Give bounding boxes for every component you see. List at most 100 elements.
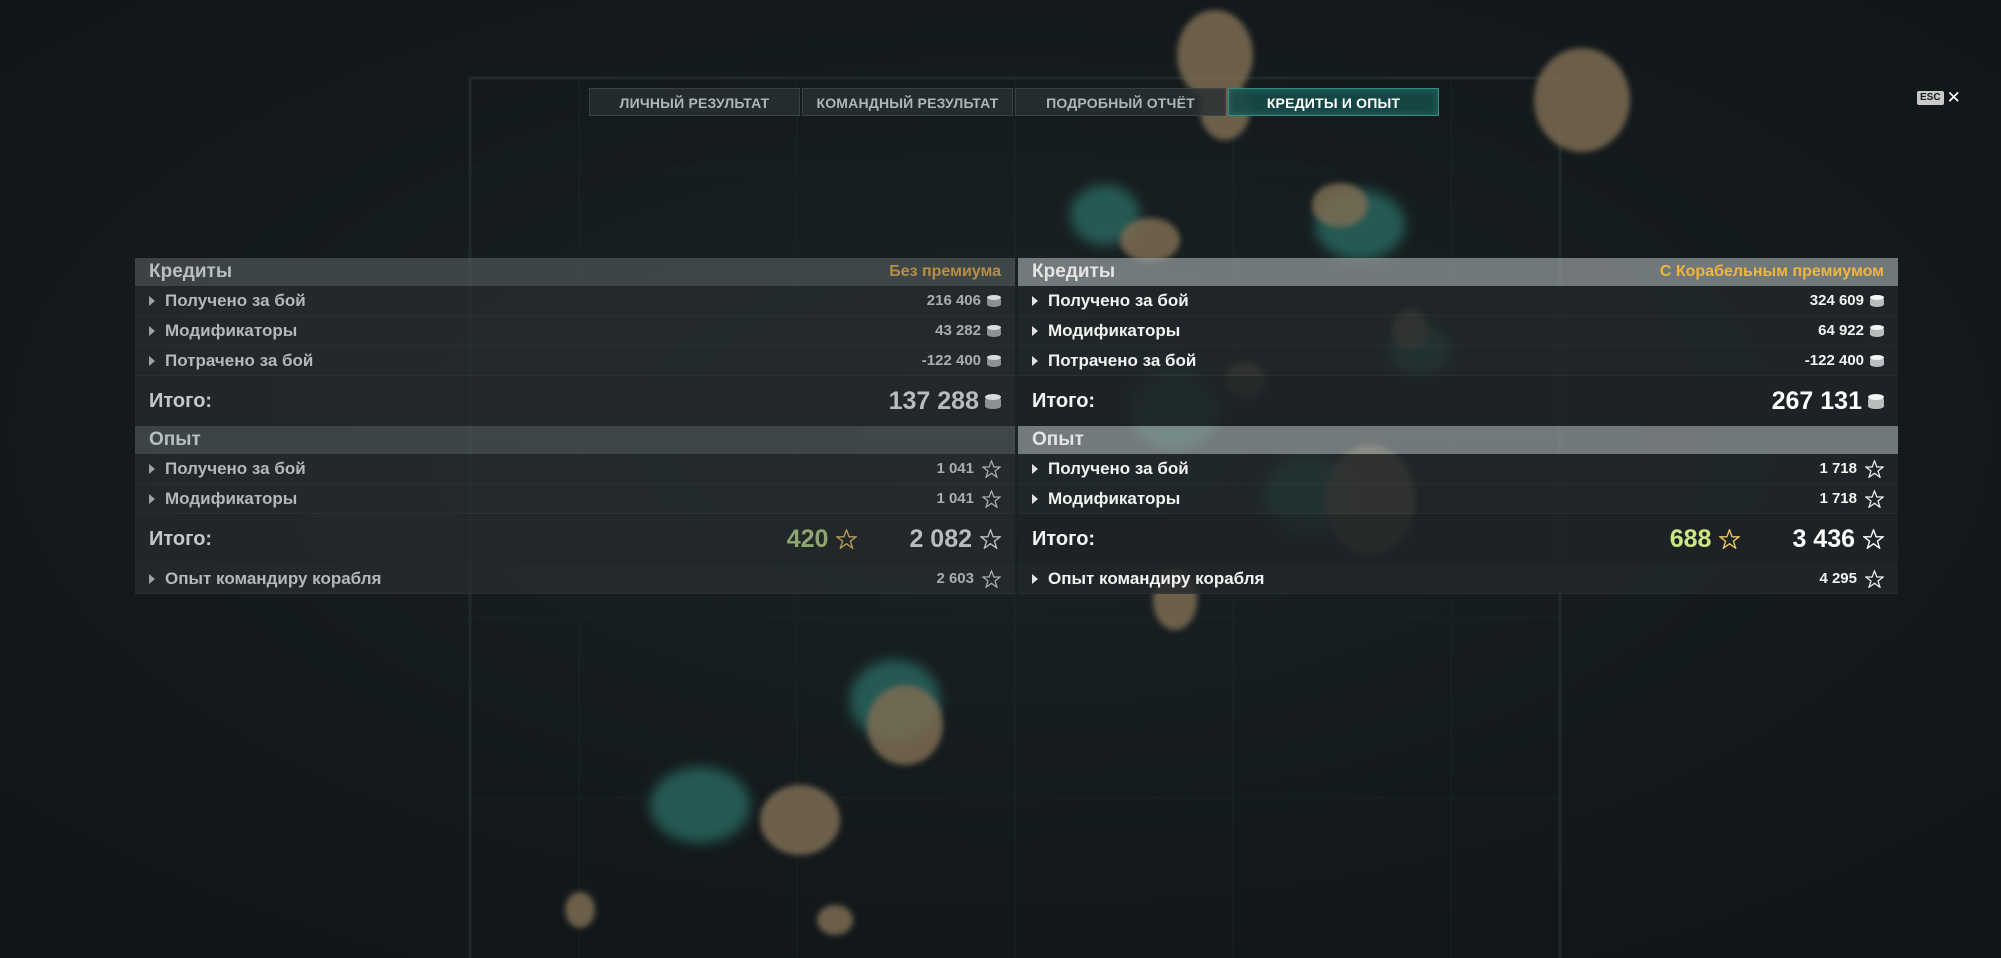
credits-header: Кредиты С Корабельным премиумом	[1018, 258, 1898, 286]
total-exp-value: 2 082	[909, 524, 972, 553]
exp-title: Опыт	[149, 429, 201, 450]
exp-title: Опыт	[1032, 429, 1084, 450]
expand-arrow-icon[interactable]	[1032, 295, 1038, 306]
exp-star-icon	[1863, 529, 1884, 549]
row-value: 1 041	[936, 489, 1001, 508]
exp-header: Опыт	[135, 426, 1015, 454]
total-label: Итого:	[149, 389, 213, 412]
credits-header: Кредиты Без премиума	[135, 258, 1015, 286]
expand-arrow-icon[interactable]	[1032, 573, 1038, 584]
credits-row-modifiers[interactable]: Модификаторы 43 282	[135, 316, 1015, 346]
esc-key-hint: ESC	[1917, 91, 1944, 105]
exp-header: Опыт	[1018, 426, 1898, 454]
tab-detailed-report[interactable]: ПОДРОБНЫЙ ОТЧЁТ	[1015, 88, 1226, 116]
exp-total: Итого: 420 2 082	[135, 514, 1015, 564]
total-exp-value: 3 436	[1792, 524, 1855, 553]
free-exp-value: 420	[787, 525, 858, 554]
expand-arrow-icon[interactable]	[149, 463, 155, 474]
total-label: Итого:	[149, 527, 213, 550]
total-values: 420 2 082	[787, 525, 1001, 554]
credits-row-earned[interactable]: Получено за бой 324 609	[1018, 286, 1898, 316]
expand-arrow-icon[interactable]	[1032, 355, 1038, 366]
row-label: Получено за бой	[1032, 459, 1189, 479]
row-value: 216 406	[927, 292, 1001, 309]
credits-coin-icon	[987, 324, 1001, 337]
no-premium-label: Без премиума	[889, 263, 1001, 280]
row-label: Получено за бой	[149, 291, 306, 311]
exp-star-icon	[982, 569, 1001, 588]
row-label: Получено за бой	[1032, 291, 1189, 311]
panel-no-premium: Кредиты Без премиума Получено за бой 216…	[135, 258, 1015, 594]
credits-coin-icon	[1870, 324, 1884, 337]
close-icon[interactable]: ✕	[1947, 89, 1961, 106]
row-label: Модификаторы	[1032, 489, 1180, 509]
result-tabs: ЛИЧНЫЙ РЕЗУЛЬТАТ КОМАНДНЫЙ РЕЗУЛЬТАТ ПОД…	[589, 88, 1439, 116]
row-label: Получено за бой	[149, 459, 306, 479]
credits-row-earned[interactable]: Получено за бой 216 406	[135, 286, 1015, 316]
panel-ship-premium: Кредиты С Корабельным премиумом Получено…	[1018, 258, 1898, 594]
commander-exp-row[interactable]: Опыт командиру корабля 4 295	[1018, 564, 1898, 594]
row-value: -122 400	[1805, 352, 1884, 369]
expand-arrow-icon[interactable]	[149, 493, 155, 504]
exp-star-icon	[982, 459, 1001, 478]
tab-team-result[interactable]: КОМАНДНЫЙ РЕЗУЛЬТАТ	[802, 88, 1013, 116]
total-label: Итого:	[1032, 389, 1096, 412]
row-label: Модификаторы	[149, 489, 297, 509]
row-value: 64 922	[1818, 322, 1884, 339]
exp-star-icon	[980, 529, 1001, 549]
tab-credits-and-exp[interactable]: КРЕДИТЫ И ОПЫТ	[1228, 88, 1439, 116]
credits-coin-icon	[987, 294, 1001, 307]
exp-row-earned[interactable]: Получено за бой 1 718	[1018, 454, 1898, 484]
exp-star-icon	[1865, 459, 1884, 478]
commander-exp-row[interactable]: Опыт командиру корабля 2 603	[135, 564, 1015, 594]
row-value: 324 609	[1810, 292, 1884, 309]
credits-row-spent[interactable]: Потрачено за бой -122 400	[135, 346, 1015, 376]
credits-total: Итого: 137 288	[135, 376, 1015, 426]
credits-coin-icon	[985, 393, 1001, 409]
free-exp-value: 688	[1670, 525, 1741, 554]
expand-arrow-icon[interactable]	[1032, 325, 1038, 336]
row-value: 1 041	[936, 459, 1001, 478]
credits-title: Кредиты	[149, 261, 233, 282]
credits-total: Итого: 267 131	[1018, 376, 1898, 426]
expand-arrow-icon[interactable]	[149, 573, 155, 584]
expand-arrow-icon[interactable]	[149, 325, 155, 336]
row-value: -122 400	[922, 352, 1001, 369]
credits-row-spent[interactable]: Потрачено за бой -122 400	[1018, 346, 1898, 376]
exp-row-modifiers[interactable]: Модификаторы 1 718	[1018, 484, 1898, 514]
ship-premium-label: С Корабельным премиумом	[1659, 263, 1884, 280]
total-value: 137 288	[889, 387, 1001, 416]
expand-arrow-icon[interactable]	[1032, 463, 1038, 474]
credits-row-modifiers[interactable]: Модификаторы 64 922	[1018, 316, 1898, 346]
row-value: 43 282	[935, 322, 1001, 339]
exp-star-icon	[982, 489, 1001, 508]
expand-arrow-icon[interactable]	[149, 355, 155, 366]
exp-star-icon	[1865, 569, 1884, 588]
exp-total: Итого: 688 3 436	[1018, 514, 1898, 564]
free-exp-star-icon	[1719, 529, 1741, 549]
exp-star-icon	[1865, 489, 1884, 508]
row-value: 2 603	[936, 569, 1001, 588]
expand-arrow-icon[interactable]	[149, 295, 155, 306]
exp-row-modifiers[interactable]: Модификаторы 1 041	[135, 484, 1015, 514]
row-label: Опыт командиру корабля	[149, 569, 381, 589]
row-label: Потрачено за бой	[149, 351, 313, 371]
tab-personal-result[interactable]: ЛИЧНЫЙ РЕЗУЛЬТАТ	[589, 88, 800, 116]
credits-coin-icon	[1870, 354, 1884, 367]
total-label: Итого:	[1032, 527, 1096, 550]
row-label: Потрачено за бой	[1032, 351, 1196, 371]
total-values: 688 3 436	[1670, 525, 1884, 554]
row-label: Модификаторы	[149, 321, 297, 341]
credits-title: Кредиты	[1032, 261, 1116, 282]
credits-coin-icon	[987, 354, 1001, 367]
credits-coin-icon	[1868, 393, 1884, 409]
esc-close-button[interactable]: ESC ✕	[1917, 89, 1961, 106]
row-value: 4 295	[1819, 569, 1884, 588]
free-exp-star-icon	[836, 529, 858, 549]
row-value: 1 718	[1819, 489, 1884, 508]
row-label: Опыт командиру корабля	[1032, 569, 1264, 589]
expand-arrow-icon[interactable]	[1032, 493, 1038, 504]
row-label: Модификаторы	[1032, 321, 1180, 341]
row-value: 1 718	[1819, 459, 1884, 478]
exp-row-earned[interactable]: Получено за бой 1 041	[135, 454, 1015, 484]
